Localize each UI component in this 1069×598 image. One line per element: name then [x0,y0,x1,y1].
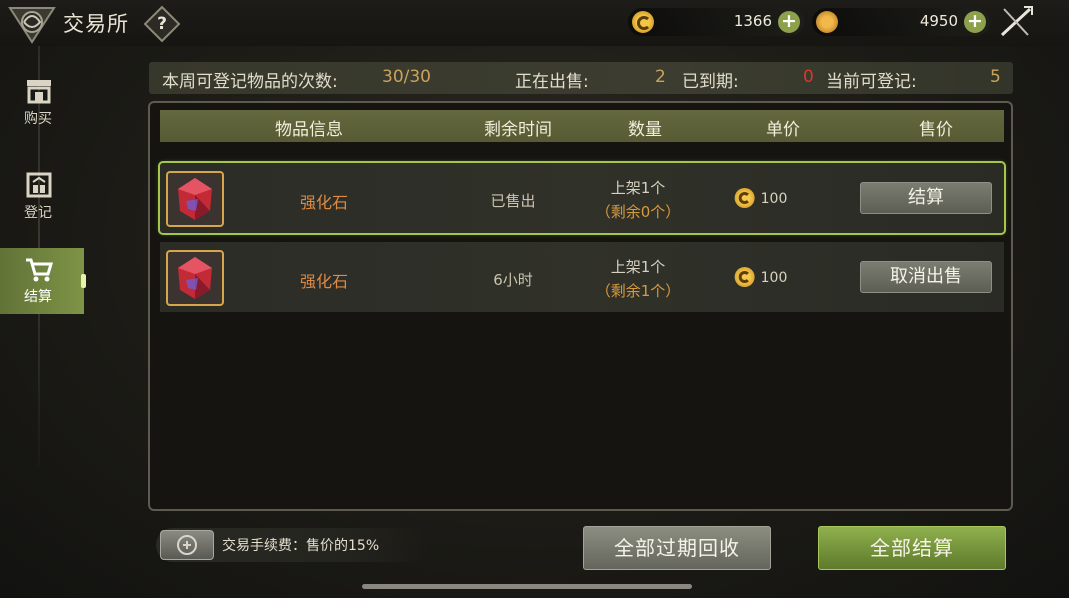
enhance-stone-icon [166,250,224,306]
dragon-emblem-icon [8,7,56,44]
table-row[interactable]: 强化石 6小时 上架1个 （剩余1个） 100 取消出售 [160,242,1004,312]
help-button[interactable]: ? [143,5,181,43]
stats-bar: 本周可登记物品的次数: 30/30 正在出售: 2 已到期: 0 当前可登记: … [149,62,1013,94]
currency-bar-coins: 1366 + [628,8,804,36]
column-header-item: 物品信息 [275,120,343,140]
column-header-sale-price: 售价 [919,120,953,140]
column-header-time: 剩余时间 [484,120,552,140]
coin-amount: 1366 [733,12,772,30]
remaining-quantity: （剩余0个） [595,203,681,221]
listings-panel: 物品信息 剩余时间 数量 单价 售价 强化石 已售出 上架1个 （剩余0个） 1… [148,101,1013,511]
settle-all-button[interactable]: 全部结算 [818,526,1006,570]
cart-icon [26,258,54,282]
close-icon[interactable] [996,3,1036,41]
remaining-time: 已售出 [490,192,536,210]
enhance-stone-icon [166,171,224,227]
question-icon: ? [157,14,167,34]
fee-ticket-icon [160,530,214,560]
fee-info: 交易手续费：售价的15% [156,528,428,562]
item-name: 强化石 [299,193,349,212]
coin-icon [734,188,755,208]
expired-label: 已到期: [682,72,739,92]
remaining-quantity: （剩余1个） [595,282,681,300]
on-sale-value: 2 [655,67,666,87]
reclaim-all-expired-button[interactable]: 全部过期回收 [583,526,771,570]
listed-quantity: 上架1个 [610,258,666,276]
sidebar-item-label: 购买 [24,111,52,127]
register-icon [26,172,52,198]
cancel-sale-button[interactable]: 取消出售 [860,261,992,293]
sidebar: 购买 登记 结算 [0,46,86,598]
sidebar-item-settle[interactable]: 结算 [0,248,86,314]
page-title: 交易所 [63,12,129,36]
column-header-quantity: 数量 [628,120,662,140]
available-label: 当前可登记: [826,72,917,92]
registrations-value: 30/30 [382,67,431,87]
gold-amount: 4950 [919,12,958,30]
unit-price: 100 [734,188,787,208]
sidebar-item-label: 登记 [24,205,52,221]
fee-text: 交易手续费：售价的15% [222,538,380,554]
column-header-unit-price: 单价 [766,120,800,140]
table-row[interactable]: 强化石 已售出 上架1个 （剩余0个） 100 结算 [158,161,1006,235]
home-indicator[interactable] [362,584,692,589]
add-gold-button[interactable]: + [964,11,986,33]
add-coins-button[interactable]: + [778,11,800,33]
listed-quantity: 上架1个 [610,179,666,197]
expired-value: 0 [803,67,814,87]
sidebar-item-register[interactable]: 登记 [0,164,84,230]
coin-icon [734,267,755,287]
item-name: 强化石 [299,272,349,291]
unit-price: 100 [734,267,787,287]
available-value: 5 [990,67,1001,87]
gold-icon [816,11,838,33]
registrations-label: 本周可登记物品的次数: [162,72,338,92]
top-bar: 交易所 ? 1366 + 4950 + [0,0,1069,46]
on-sale-label: 正在出售: [515,72,589,92]
currency-bar-gold: 4950 + [812,8,990,36]
coin-icon [632,11,654,33]
table-header: 物品信息 剩余时间 数量 单价 售价 [160,110,1004,142]
sidebar-item-buy[interactable]: 购买 [0,70,84,136]
shop-icon [27,80,51,104]
sidebar-item-label: 结算 [24,289,52,305]
settle-button[interactable]: 结算 [860,182,992,214]
remaining-time: 6小时 [493,271,533,289]
